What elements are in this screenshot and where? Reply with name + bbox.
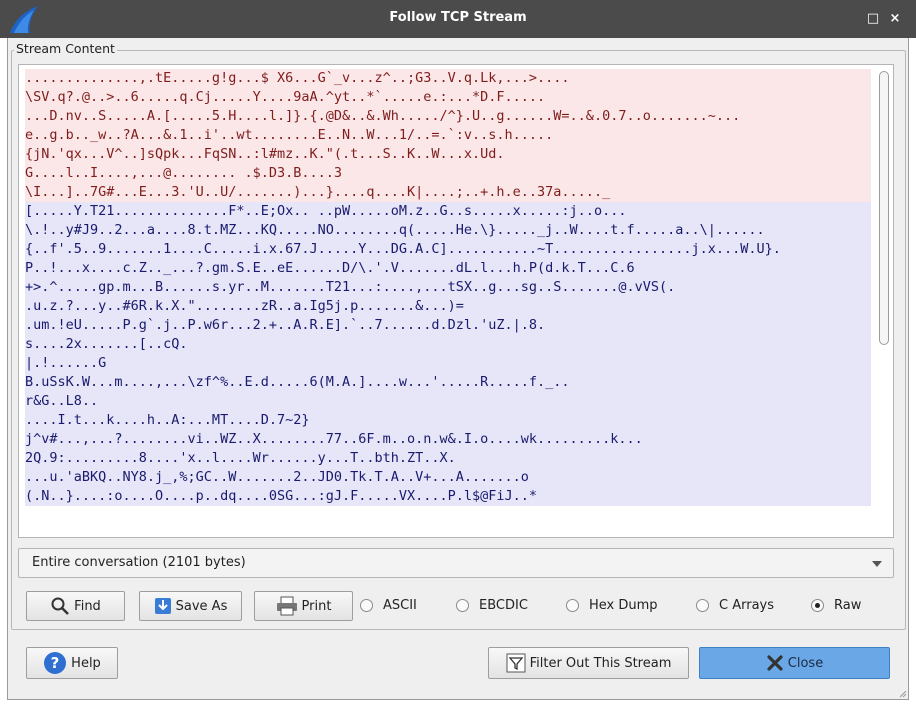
radio-dot-selected[interactable] (811, 598, 824, 612)
resize-grip-icon[interactable] (899, 690, 907, 698)
filter-out-stream-button[interactable]: Filter Out This Stream (488, 647, 689, 679)
radio-dot[interactable] (696, 598, 709, 612)
title-bar: Follow TCP Stream □ × (0, 0, 916, 38)
radio-label: Hex Dump (589, 597, 658, 613)
svg-text:?: ? (51, 654, 60, 672)
radio-ascii[interactable]: ASCII (360, 596, 417, 614)
server-stream-line: .um.!eU.....P.g`.j..P.w6r...2.+..A.R.E].… (25, 316, 871, 335)
printer-icon (276, 596, 297, 616)
client-stream-line: ..............,.tE.....g!g...$ X6...G`_v… (25, 69, 871, 88)
help-label: Help (71, 655, 101, 671)
stream-content-label: Stream Content (14, 41, 117, 56)
close-button[interactable]: Close (699, 647, 890, 679)
radio-dot[interactable] (456, 598, 469, 612)
save-down-arrow-icon (154, 598, 171, 614)
client-stream-line: \SV.q?.@..>..6.....q.Cj.....Y....9aA.^yt… (25, 88, 871, 107)
radio-dot[interactable] (360, 598, 373, 612)
conversation-select[interactable]: Entire conversation (2101 bytes) (18, 548, 894, 578)
vertical-scrollbar[interactable] (879, 71, 889, 533)
print-label: Print (301, 598, 332, 614)
save-as-label: Save As (175, 598, 228, 614)
radio-ebcdic[interactable]: EBCDIC (456, 596, 528, 614)
magnifier-icon (51, 597, 70, 615)
client-stream-line: G....l..I....,...@........ .$.D3.B....3 (25, 164, 871, 183)
server-stream-line: B.uSsK.W...m....,...\zf^%..E.d.....6(M.A… (25, 373, 871, 392)
server-stream-line: ...u.'aBKQ..NY8.j_,%;GC..W.......2..JD0.… (25, 468, 871, 487)
close-label: Close (787, 655, 824, 671)
server-stream-line: ....I.t...k....h..A:...MT....D.7~2} (25, 411, 871, 430)
help-question-icon: ? (44, 652, 67, 674)
server-stream-line: [.....Y.T21..............F*..E;Ox.. ..pW… (25, 202, 871, 221)
server-stream-line: .u.z.?...y..#6R.k.X."........zR..a.Ig5j.… (25, 297, 871, 316)
client-stream-line: ...D.nv..S.....A.[.....5.H....l.]}.{.@D&… (25, 107, 871, 126)
radio-hex-dump[interactable]: Hex Dump (566, 596, 658, 614)
scrollbar-thumb[interactable] (879, 71, 889, 345)
server-stream-line: +>.^.....gp.m...B......s.yr..M.......T21… (25, 278, 871, 297)
close-x-icon (767, 655, 783, 671)
server-stream-line: |.!......G (25, 354, 871, 373)
conversation-select-value: Entire conversation (2101 bytes) (32, 555, 246, 570)
server-stream-line: \.!..y#J9..2...a....8.t.MZ...KQ.....NO..… (25, 221, 871, 240)
radio-c-arrays[interactable]: C Arrays (696, 596, 774, 614)
close-window-button[interactable]: × (885, 9, 905, 29)
server-stream-line: P..!...x....c.Z.._...?.gm.S.E..eE......D… (25, 259, 871, 278)
client-stream-line: \I...]..7G#...E...3.'U..U/.......)...}..… (25, 183, 871, 202)
radio-label: C Arrays (719, 597, 774, 613)
server-stream-line: 2Q.9:.........8....'x..l....Wr......y...… (25, 449, 871, 468)
radio-raw[interactable]: Raw (811, 596, 861, 614)
maximize-button[interactable]: □ (863, 9, 883, 29)
client-stream-line: {jN.'qx...V^..]sQpk...FqSN..:l#mz..K."(.… (25, 145, 871, 164)
server-stream-line: s....2x.......[..cQ. (25, 335, 871, 354)
window-title: Follow TCP Stream (389, 10, 527, 25)
filter-out-label: Filter Out This Stream (529, 655, 672, 671)
stream-lines: ..............,.tE.....g!g...$ X6...G`_v… (25, 69, 871, 506)
filter-funnel-icon (506, 653, 526, 673)
find-button[interactable]: Find (26, 591, 125, 621)
radio-label: EBCDIC (479, 597, 528, 613)
save-as-button[interactable]: Save As (139, 591, 242, 621)
help-button[interactable]: ? Help (26, 647, 118, 679)
radio-dot[interactable] (566, 598, 579, 612)
radio-label: Raw (834, 597, 862, 613)
stream-text-area[interactable]: ..............,.tE.....g!g...$ X6...G`_v… (18, 64, 894, 538)
server-stream-line: j^v#...,...?........vi..WZ..X........77.… (25, 430, 871, 449)
server-stream-line: (.N..}....:o....O....p..dq....0SG...:gJ.… (25, 487, 871, 506)
print-button[interactable]: Print (254, 591, 353, 621)
chevron-down-icon (872, 561, 882, 567)
server-stream-line: {..f'.5..9.......1....C.....i.x.67.J....… (25, 240, 871, 259)
client-stream-line: e..g.b.._w..?A...&.1..i'..wt........E..N… (25, 126, 871, 145)
server-stream-line: r&G..L8.. (25, 392, 871, 411)
radio-label: ASCII (383, 597, 417, 613)
find-label: Find (74, 598, 101, 614)
